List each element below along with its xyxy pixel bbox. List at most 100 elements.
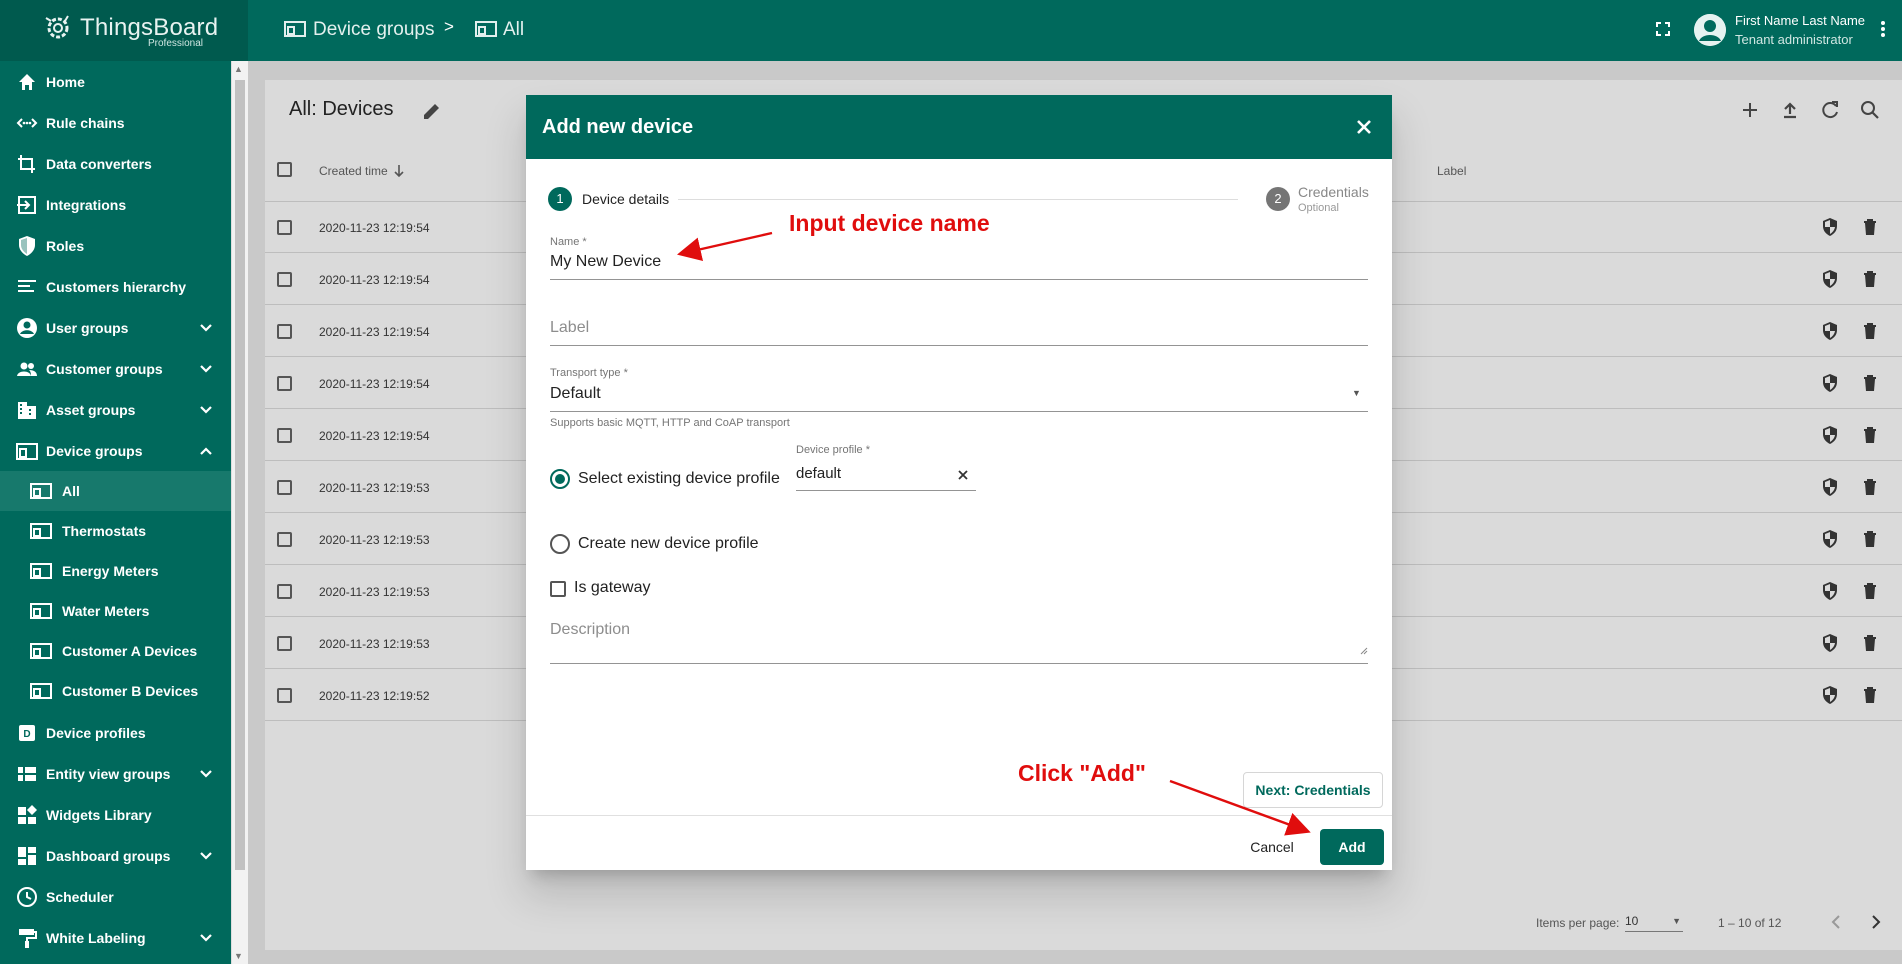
close-icon[interactable] (1352, 115, 1376, 139)
row-checkbox[interactable] (277, 376, 292, 391)
select-existing-profile-label[interactable]: Select existing device profile (578, 470, 780, 488)
sidebar-item-asset-groups[interactable]: Asset groups (0, 389, 231, 430)
sidebar-item-home[interactable]: Home (0, 61, 231, 102)
select-existing-profile-radio[interactable] (550, 469, 570, 489)
description-textarea[interactable]: Description (550, 621, 630, 639)
manage-credentials-icon[interactable] (1820, 633, 1840, 653)
clear-icon[interactable] (956, 468, 970, 482)
sidebar-item-thermostats[interactable]: Thermostats (0, 511, 231, 551)
transport-type-select[interactable]: Default (550, 385, 601, 403)
row-created-time: 2020-11-23 12:19:52 (319, 689, 430, 703)
sidebar-item-customer-b-devices[interactable]: Customer B Devices (0, 671, 231, 711)
more-vert-icon[interactable] (1872, 18, 1894, 40)
sidebar-item-energy-meters[interactable]: Energy Meters (0, 551, 231, 591)
step-1-indicator[interactable]: 1 (548, 187, 572, 211)
sidebar-item-customers-hierarchy[interactable]: Customers hierarchy (0, 266, 231, 307)
scroll-down-icon[interactable]: ▼ (234, 951, 243, 961)
row-checkbox[interactable] (277, 480, 292, 495)
sidebar-item-roles[interactable]: Roles (0, 225, 231, 266)
row-checkbox[interactable] (277, 272, 292, 287)
row-checkbox[interactable] (277, 688, 292, 703)
sidebar-item-label: Data converters (46, 155, 152, 172)
delete-icon[interactable] (1860, 633, 1880, 653)
row-checkbox[interactable] (277, 324, 292, 339)
device-profile-input[interactable]: default (796, 465, 841, 482)
arrow-down-icon[interactable] (393, 164, 405, 178)
sidebar-item-device-groups[interactable]: Device groups (0, 430, 231, 471)
delete-icon[interactable] (1860, 321, 1880, 341)
manage-credentials-icon[interactable] (1820, 373, 1840, 393)
manage-credentials-icon[interactable] (1820, 425, 1840, 445)
manage-credentials-icon[interactable] (1820, 477, 1840, 497)
previous-page-icon[interactable] (1826, 912, 1846, 932)
sidebar-item-device-profiles[interactable]: D Device profiles (0, 712, 231, 753)
is-gateway-label[interactable]: Is gateway (574, 579, 650, 597)
items-per-page-select[interactable]: 10 ▼ (1625, 914, 1683, 932)
delete-icon[interactable] (1860, 685, 1880, 705)
delete-icon[interactable] (1860, 477, 1880, 497)
manage-credentials-icon[interactable] (1820, 269, 1840, 289)
sidebar-item-rule-chains[interactable]: Rule chains (0, 102, 231, 143)
delete-icon[interactable] (1860, 425, 1880, 445)
delete-icon[interactable] (1860, 529, 1880, 549)
step-2-label[interactable]: Credentials (1298, 184, 1369, 200)
manage-credentials-icon[interactable] (1820, 529, 1840, 549)
add-button[interactable]: Add (1320, 829, 1384, 865)
create-new-profile-label[interactable]: Create new device profile (578, 535, 759, 553)
breadcrumb-parent[interactable]: Device groups (313, 19, 434, 41)
row-checkbox[interactable] (277, 636, 292, 651)
sidebar-item-user-groups[interactable]: User groups (0, 307, 231, 348)
delete-icon[interactable] (1860, 373, 1880, 393)
sidebar-item-water-meters[interactable]: Water Meters (0, 591, 231, 631)
sidebar-item-data-converters[interactable]: Data converters (0, 143, 231, 184)
sidebar-item-dashboard-groups[interactable]: Dashboard groups (0, 835, 231, 876)
upload-icon[interactable] (1779, 99, 1801, 121)
manage-credentials-icon[interactable] (1820, 217, 1840, 237)
row-checkbox[interactable] (277, 584, 292, 599)
dropdown-arrow-icon[interactable]: ▼ (1352, 388, 1361, 398)
row-checkbox[interactable] (277, 428, 292, 443)
fullscreen-icon[interactable] (1652, 18, 1674, 40)
row-checkbox[interactable] (277, 220, 292, 235)
sidebar-item-all[interactable]: All (0, 471, 231, 511)
create-new-profile-radio[interactable] (550, 534, 570, 554)
cancel-button[interactable]: Cancel (1232, 829, 1312, 865)
label-input[interactable]: Label (550, 319, 589, 337)
add-icon[interactable] (1739, 99, 1761, 121)
sidebar-item-widgets-library[interactable]: Widgets Library (0, 794, 231, 835)
delete-icon[interactable] (1860, 269, 1880, 289)
manage-credentials-icon[interactable] (1820, 685, 1840, 705)
sidebar-item-scheduler[interactable]: Scheduler (0, 876, 231, 917)
next-credentials-button[interactable]: Next: Credentials (1243, 772, 1383, 808)
sidebar-item-entity-view-groups[interactable]: Entity view groups (0, 753, 231, 794)
name-input[interactable]: My New Device (550, 253, 661, 271)
step-2-indicator[interactable]: 2 (1266, 187, 1290, 211)
user-role: Tenant administrator (1735, 32, 1853, 47)
row-checkbox[interactable] (277, 532, 292, 547)
logo[interactable]: ThingsBoard Professional (0, 0, 248, 61)
account-icon (17, 317, 37, 338)
sidebar-scrollbar-thumb[interactable] (235, 80, 245, 870)
scroll-up-icon[interactable]: ▲ (234, 64, 243, 74)
is-gateway-checkbox[interactable] (550, 581, 566, 597)
column-header-label[interactable]: Label (1437, 164, 1466, 178)
sidebar-item-label: Entity view groups (46, 765, 171, 782)
delete-icon[interactable] (1860, 217, 1880, 237)
delete-icon[interactable] (1860, 581, 1880, 601)
sidebar-item-label: Device profiles (46, 724, 146, 741)
sidebar-item-customer-groups[interactable]: Customer groups (0, 348, 231, 389)
refresh-icon[interactable] (1819, 99, 1841, 121)
next-page-icon[interactable] (1866, 912, 1886, 932)
sidebar-item-customer-a-devices[interactable]: Customer A Devices (0, 631, 231, 671)
manage-credentials-icon[interactable] (1820, 581, 1840, 601)
search-icon[interactable] (1859, 99, 1881, 121)
avatar[interactable] (1694, 14, 1726, 46)
resize-handle-icon[interactable] (1360, 647, 1368, 655)
manage-credentials-icon[interactable] (1820, 321, 1840, 341)
sidebar-item-integrations[interactable]: Integrations (0, 184, 231, 225)
step-1-label[interactable]: Device details (582, 191, 669, 207)
column-header-created-time[interactable]: Created time (319, 164, 388, 178)
edit-icon[interactable] (421, 100, 443, 122)
select-all-checkbox[interactable] (277, 162, 292, 177)
sidebar-item-white-labeling[interactable]: White Labeling (0, 917, 231, 958)
